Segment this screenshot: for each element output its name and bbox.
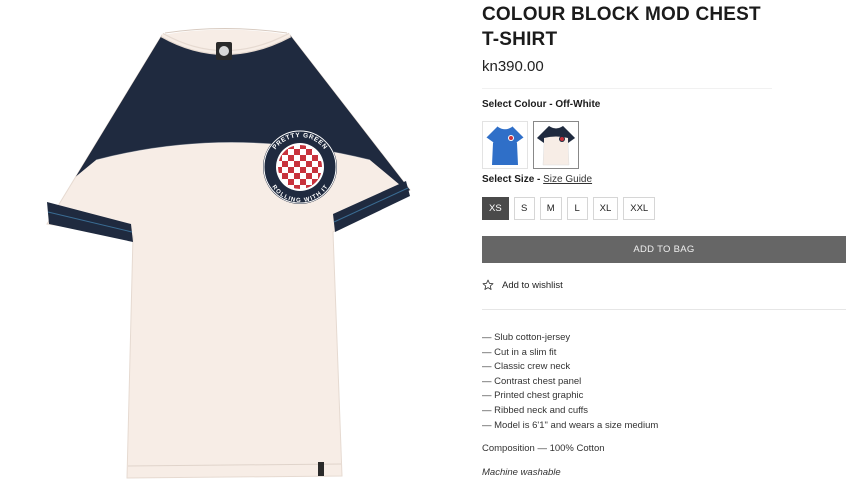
colour-label: Select Colour - Off-White [482,99,601,110]
size-options: XS S M L XL XXL [482,197,656,220]
wishlist-label: Add to wishlist [502,279,563,291]
size-label: Select Size - Size Guide [482,174,593,185]
add-to-wishlist-link[interactable]: Add to wishlist [482,279,563,291]
size-option-xxl[interactable]: XXL [623,197,656,220]
colour-swatches [482,121,579,169]
size-guide-link[interactable]: Size Guide [543,174,592,185]
chest-badge: PRETTY GREEN ROLLING WITH IT [263,130,337,204]
care-instructions: Machine washable [482,467,561,478]
selected-colour: Off-White [555,99,601,110]
star-icon [482,279,494,290]
size-option-xl[interactable]: XL [592,197,619,220]
add-to-bag-button[interactable]: ADD TO BAG [482,236,846,263]
feature-list: — Slub cotton-jersey — Cut in a slim fit… [482,331,658,433]
feature-item: — Slub cotton-jersey [482,332,571,343]
colour-swatch-off-white[interactable] [533,121,579,169]
size-option-l[interactable]: L [566,197,588,220]
size-option-s[interactable]: S [513,197,535,220]
description-divider [482,309,846,310]
feature-item: — Classic crew neck [482,361,571,373]
t-shirt-illustration: PRETTY GREEN ROLLING WITH IT [46,28,411,479]
feature-item: — Model is 6'1" and wears a size medium [482,419,659,431]
feature-item: — Cut in a slim fit [482,346,557,358]
product-details: COLOUR BLOCK MOD CHEST T-SHIRT kn390.00 … [482,0,846,493]
product-title: COLOUR BLOCK MOD CHEST T-SHIRT [482,4,761,50]
size-option-xs[interactable]: XS [482,197,509,220]
colour-swatch-blue[interactable] [482,121,528,169]
feature-item: — Contrast chest panel [482,375,582,387]
size-option-m[interactable]: M [539,197,562,220]
feature-item: — Ribbed neck and cuffs [482,404,588,416]
composition-text: Composition — 100% Cotton [482,443,605,454]
hem-tab [318,462,324,476]
price-divider [482,88,772,89]
feature-item: — Printed chest graphic [482,390,584,402]
product-price: kn390.00 [482,58,544,75]
product-image[interactable]: PRETTY GREEN ROLLING WITH IT [0,0,470,493]
